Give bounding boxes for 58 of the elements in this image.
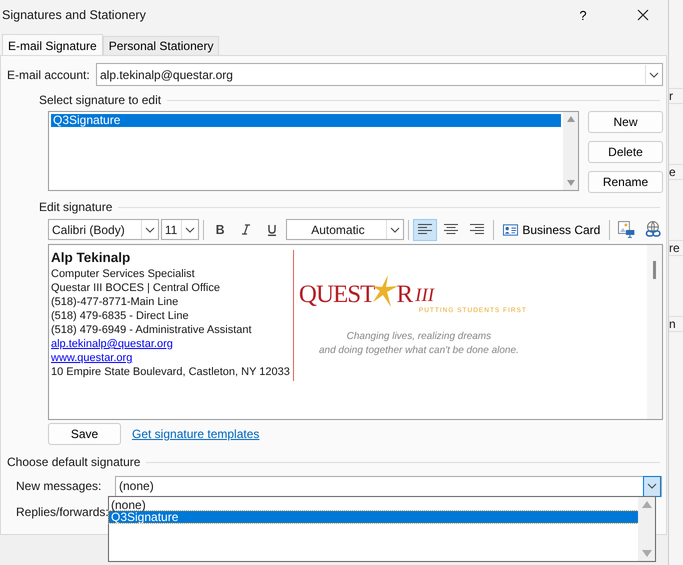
motto-line: Changing lives, realizing dreams (346, 330, 492, 344)
signature-line: (518)-477-8771-Main Line (51, 295, 180, 309)
size-dropdown[interactable]: 11 (160, 219, 199, 240)
logo-text: R (396, 284, 412, 306)
align-left-icon (418, 224, 432, 235)
signature-name: Alp Tekinalp (51, 250, 132, 266)
bold-icon (214, 224, 225, 235)
group-label: Select signature to edit (39, 93, 162, 107)
dropdown-item[interactable]: (none) (109, 499, 638, 511)
signature-line: 10 Empire State Boulevard, Castleton, NY 12033 (51, 365, 290, 379)
contact-card-icon (503, 224, 518, 236)
chevron-down-icon (647, 483, 657, 489)
templates-link[interactable]: Get signature templates (132, 427, 260, 441)
window-title: Signatures and Stationery (2, 8, 147, 22)
background-text: re (669, 240, 683, 256)
close-icon (637, 9, 649, 21)
background-text: n (669, 316, 683, 332)
dialog-button[interactable]: Rename (588, 171, 663, 193)
account-dropdown[interactable]: alp.tekinalp@questar.org (96, 63, 663, 86)
chevron-down-icon (144, 226, 155, 232)
align-center-icon (444, 224, 458, 235)
signature-line: (518) 479-6835 - Direct Line (51, 309, 190, 323)
signature-line: Computer Services Specialist (51, 267, 196, 281)
signature-list-item[interactable]: Q3Signature (51, 114, 561, 127)
italic-icon (240, 224, 251, 235)
background-text: r (669, 88, 683, 104)
signature-line: Questar III BOCES | Central Office (51, 281, 221, 295)
logo-numeral: III (415, 286, 434, 306)
save-button[interactable]: Save (48, 423, 121, 445)
signature-link[interactable]: www.questar.org (51, 351, 290, 365)
dialog-button[interactable]: Delete (588, 141, 663, 163)
dropdown-item[interactable]: Q3Signature (109, 511, 638, 523)
color-dropdown[interactable]: Automatic (286, 219, 404, 240)
scrollbar[interactable] (647, 245, 662, 419)
motto-line: and doing together what can't be done alone. (318, 344, 520, 358)
chevron-down-icon (649, 72, 659, 78)
tab[interactable]: Personal Stationery (102, 36, 220, 55)
signature-line: (518) 479-6949 - Administrative Assistant (51, 323, 253, 337)
field-label: New messages: (16, 479, 102, 493)
chevron-down-icon (390, 226, 400, 232)
background-text: e (669, 164, 683, 180)
align-right-icon (470, 224, 484, 235)
dialog-button[interactable]: New (588, 111, 663, 133)
align-button[interactable] (413, 218, 438, 240)
tab[interactable]: E-mail Signature (2, 34, 103, 55)
group-label: Choose default signature (7, 455, 142, 469)
field-label: E-mail account: (7, 68, 91, 82)
group-label: Edit signature (39, 200, 114, 214)
signature-editor[interactable] (48, 244, 663, 420)
chevron-down-icon (184, 226, 195, 232)
signature-link[interactable]: alp.tekinalp@questar.org (51, 337, 290, 351)
logo-text: QUEST (298, 284, 374, 306)
font-dropdown[interactable]: Calibri (Body) (48, 219, 159, 240)
business-card-button[interactable]: Business Card (498, 218, 606, 240)
help-button[interactable]: ? (568, 8, 598, 22)
field-label: Replies/forwards: (16, 505, 110, 519)
underline-icon (266, 224, 277, 236)
new-messages-dropdown[interactable]: (none) (115, 476, 662, 496)
